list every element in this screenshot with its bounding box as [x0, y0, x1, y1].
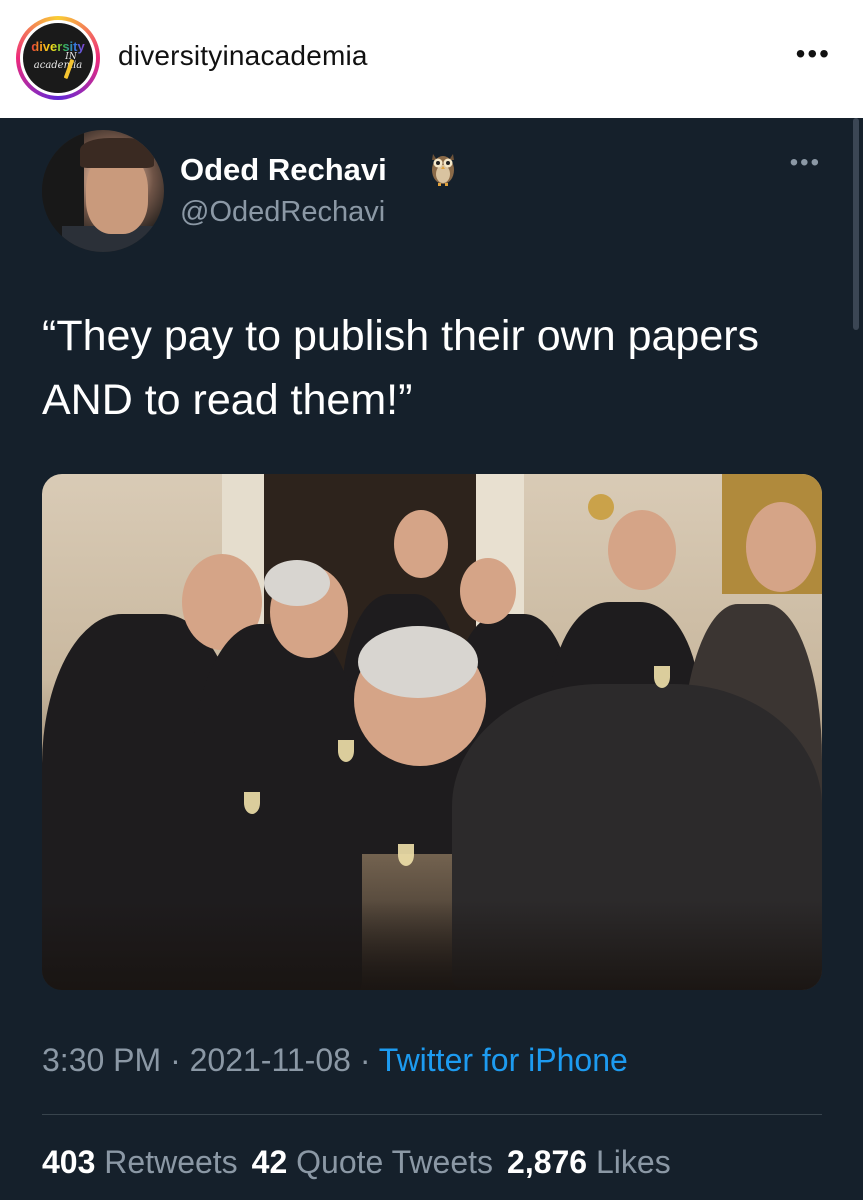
- tweet-time: 3:30 PM: [42, 1042, 162, 1078]
- likes-stat[interactable]: 2,876 Likes: [507, 1144, 671, 1180]
- scrollbar[interactable]: [853, 118, 859, 330]
- tweet-text: “They pay to publish their own papers AN…: [42, 312, 760, 424]
- divider: [42, 1114, 822, 1115]
- post-username[interactable]: diversityinacademia: [118, 40, 368, 72]
- tweet-more-icon[interactable]: •••: [790, 151, 821, 175]
- tweet-author-handle[interactable]: @OdedRechavi: [180, 196, 385, 229]
- diversity-in-academia-logo: diversity IN academia: [23, 23, 93, 93]
- more-options-icon[interactable]: •••: [796, 40, 831, 68]
- tweet-metadata: 3:30 PM · 2021-11-08 · Twitter for iPhon…: [42, 1042, 628, 1078]
- retweets-stat[interactable]: 403 Retweets: [42, 1144, 238, 1180]
- tweet-date[interactable]: 2021-11-08: [190, 1042, 351, 1078]
- tweet-author-avatar[interactable]: [42, 130, 164, 252]
- tweet-stats: 403 Retweets 42 Quote Tweets 2,876 Likes: [42, 1144, 671, 1181]
- owl-emoji-icon: [432, 154, 454, 186]
- quote-tweets-stat[interactable]: 42 Quote Tweets: [252, 1144, 493, 1180]
- tweet-author-name[interactable]: Oded Rechavi: [180, 152, 387, 188]
- profile-avatar[interactable]: diversity IN academia: [16, 16, 100, 100]
- tweet-card: Oded Rechavi @OdedRechavi ••• “They pay …: [0, 118, 863, 1200]
- tweet-photo[interactable]: [42, 474, 822, 990]
- tweet-source-link[interactable]: Twitter for iPhone: [379, 1042, 628, 1078]
- instagram-post-header: diversity IN academia diversityinacademi…: [0, 0, 863, 118]
